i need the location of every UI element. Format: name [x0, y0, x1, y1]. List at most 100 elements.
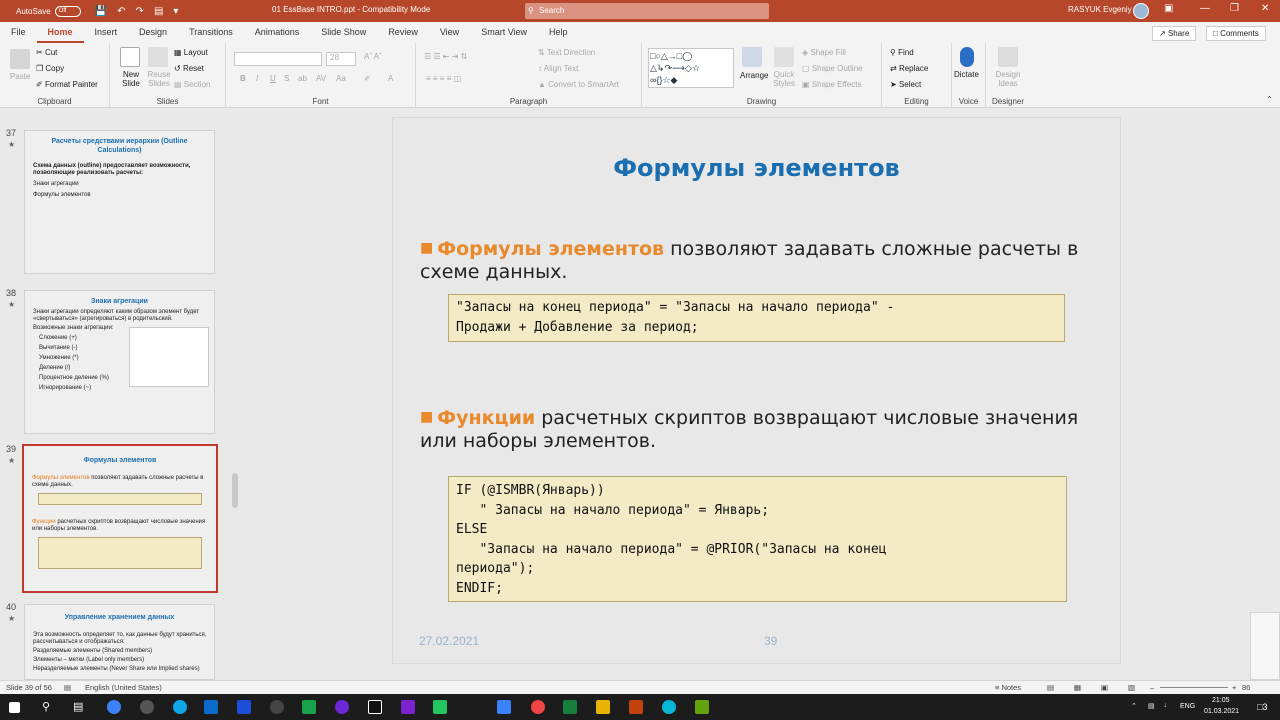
side-panel-widget[interactable] — [1250, 612, 1280, 680]
notification-button[interactable]: □3 — [1257, 702, 1267, 712]
grow-font-icon[interactable]: Aˆ Aˇ — [364, 52, 382, 61]
strikethrough-icon[interactable]: ab — [298, 74, 307, 83]
replace-button[interactable]: ⇄ Replace — [890, 64, 928, 73]
new-slide-icon[interactable] — [120, 47, 140, 67]
save-icon[interactable]: 💾 — [95, 6, 107, 17]
tab-view[interactable]: View — [429, 22, 470, 43]
quick-styles-icon[interactable] — [774, 47, 794, 67]
excel-icon[interactable] — [563, 700, 577, 714]
clock-date[interactable]: 01.03.2021 — [1204, 708, 1239, 715]
layout-button[interactable]: ▦ Layout — [174, 48, 208, 57]
tab-help[interactable]: Help — [538, 22, 579, 43]
reuse-slides-button[interactable]: Reuse Slides — [146, 70, 172, 88]
bullets-icon[interactable]: ☰ ☰ ⇤ ⇥ ⇅ — [424, 52, 467, 61]
network-icon[interactable]: ▤ — [1148, 702, 1155, 710]
app-icon[interactable] — [695, 700, 709, 714]
app-icon[interactable] — [433, 700, 447, 714]
autosave-switch[interactable]: Off — [54, 5, 81, 17]
design-ideas-icon[interactable] — [998, 47, 1018, 67]
thumbnail-slide-39[interactable]: Формулы элементов Формулы элементов позв… — [22, 444, 218, 593]
thumbnail-slide-37[interactable]: Расчеты средствами иерархии (Outline Cal… — [24, 130, 215, 274]
shape-outline-button[interactable]: ▢ Shape Outline — [802, 64, 862, 73]
reset-button[interactable]: ↺ Reset — [174, 64, 204, 73]
underline-icon[interactable]: U — [270, 74, 276, 83]
file-explorer-icon[interactable] — [237, 700, 251, 714]
align-text-button[interactable]: ↕ Align Text — [538, 64, 578, 73]
code-box-2[interactable]: IF (@ISMBR(Январь)) " Запасы на начало п… — [448, 476, 1067, 602]
notes-button[interactable]: ≡ Notes — [995, 683, 1021, 692]
italic-icon[interactable]: I — [256, 74, 258, 83]
yandex-icon[interactable] — [531, 700, 545, 714]
scrollbar-thumb[interactable] — [232, 473, 238, 508]
bold-icon[interactable]: B — [240, 74, 246, 83]
reuse-slides-icon[interactable] — [148, 47, 168, 67]
find-button[interactable]: ⚲ Find — [890, 48, 914, 57]
language-indicator[interactable]: ENG — [1180, 703, 1195, 710]
highlight-icon[interactable]: ✐ — [364, 74, 371, 83]
section-button[interactable]: ▤ Section — [174, 80, 210, 89]
search-taskbar-icon[interactable]: ⚲ — [42, 700, 50, 713]
presenter-icon[interactable]: ▤ — [154, 6, 163, 17]
zoom-in-icon[interactable]: + — [1232, 683, 1236, 692]
paste-button[interactable]: Paste — [10, 72, 30, 81]
app-icon[interactable] — [335, 700, 349, 714]
dictate-button[interactable]: Dictate — [954, 70, 979, 79]
search-box[interactable]: ⚲ Search — [525, 3, 769, 19]
zoom-level[interactable]: 86 — [1242, 683, 1250, 692]
restore-icon[interactable]: ❐ — [1230, 3, 1239, 14]
notion-icon[interactable] — [368, 700, 382, 714]
new-slide-button[interactable]: New Slide — [118, 70, 144, 88]
tab-animations[interactable]: Animations — [244, 22, 311, 43]
zoom-slider[interactable] — [1160, 687, 1228, 688]
select-button[interactable]: ➤ Select — [890, 80, 921, 89]
paste-icon[interactable] — [10, 49, 30, 69]
clock-time[interactable]: 21:05 — [1212, 697, 1230, 704]
redo-icon[interactable]: ↷ — [136, 6, 144, 17]
font-color-icon[interactable]: A — [388, 74, 393, 83]
slide-sorter-icon[interactable]: ▦ — [1074, 683, 1081, 692]
undo-icon[interactable]: ↶ — [117, 6, 125, 17]
design-ideas-button[interactable]: Design Ideas — [992, 70, 1024, 88]
arrange-button[interactable]: Arrange — [740, 71, 768, 80]
app-icon[interactable] — [497, 700, 511, 714]
font-name-combo[interactable] — [234, 52, 322, 66]
zoom-out-icon[interactable]: – — [1150, 683, 1154, 692]
outlook-icon[interactable] — [204, 700, 218, 714]
volume-icon[interactable]: ♩ — [1164, 702, 1171, 709]
ribbon-display-icon[interactable]: ▣ — [1164, 3, 1173, 14]
app-icon[interactable] — [662, 700, 676, 714]
shape-effects-button[interactable]: ▣ Shape Effects — [802, 80, 861, 89]
thumbnail-scrollbar[interactable] — [230, 108, 240, 680]
share-button[interactable]: ↗ Share — [1152, 26, 1197, 41]
tab-insert[interactable]: Insert — [84, 22, 129, 43]
arrange-icon[interactable] — [742, 47, 762, 67]
spacing-icon[interactable]: AV — [316, 74, 326, 83]
folder-icon[interactable] — [596, 700, 610, 714]
customize-qat-icon[interactable]: ▾ — [173, 6, 178, 17]
copy-button[interactable]: ❐ Copy — [36, 64, 64, 73]
chrome-icon[interactable] — [107, 700, 121, 714]
slide-title[interactable]: Формулы элементов — [393, 154, 1120, 182]
canvas-scrollbar[interactable] — [1270, 108, 1280, 680]
edge-icon[interactable] — [173, 700, 187, 714]
font-size-combo[interactable]: 28 — [326, 52, 356, 66]
quick-styles-button[interactable]: Quick Styles — [772, 70, 796, 88]
tab-review[interactable]: Review — [377, 22, 429, 43]
cut-button[interactable]: ✂ Cut — [36, 48, 57, 57]
thumbnail-slide-38[interactable]: Знаки агрегации Знаки агрегации определя… — [24, 290, 215, 434]
sheets-icon[interactable] — [302, 700, 316, 714]
shadow-icon[interactable]: S — [284, 74, 289, 83]
current-slide[interactable]: Формулы элементов ■ Формулы элементов поз… — [392, 117, 1121, 664]
app-icon[interactable] — [270, 700, 284, 714]
onenote-icon[interactable] — [401, 700, 415, 714]
comments-button[interactable]: □ Comments — [1206, 26, 1266, 41]
shapes-gallery[interactable]: □○△→□◯ △↳↷⟶◇☆ ∞{}☆◆ — [648, 48, 734, 88]
microphone-icon[interactable] — [960, 47, 974, 67]
bullet-2[interactable]: ■ Функции расчетных скриптов возвращают ч… — [420, 406, 1100, 453]
tab-smart-view[interactable]: Smart View — [470, 22, 538, 43]
bullet-1[interactable]: ■ Формулы элементов позволяют задавать сл… — [420, 237, 1100, 284]
tab-home[interactable]: Home — [36, 22, 84, 43]
tab-slide-show[interactable]: Slide Show — [310, 22, 377, 43]
format-painter-button[interactable]: ✐ Format Painter — [36, 80, 98, 89]
convert-smartart-button[interactable]: ▲ Convert to SmartArt — [538, 80, 619, 89]
